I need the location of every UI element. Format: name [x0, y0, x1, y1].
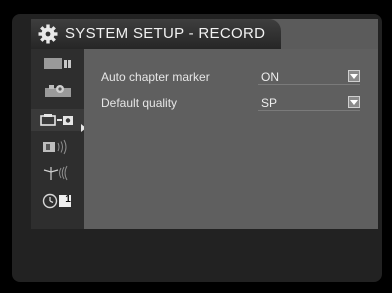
title-bar: SYSTEM SETUP - RECORD: [31, 19, 281, 49]
auto-chapter-marker-label: Auto chapter marker: [101, 70, 210, 84]
sidebar-item-playback[interactable]: [31, 80, 84, 102]
sidebar-item-tuner[interactable]: [31, 162, 84, 184]
default-quality-value: SP: [261, 96, 278, 110]
tv-display-icon: [43, 56, 73, 72]
auto-chapter-marker-value: ON: [261, 70, 279, 84]
tape-camera-icon: [43, 83, 73, 99]
dropdown-underline: [258, 110, 360, 111]
page-title: SYSTEM SETUP - RECORD: [65, 25, 266, 42]
sidebar-item-audio[interactable]: [31, 136, 84, 158]
chevron-down-icon[interactable]: [348, 96, 360, 108]
chevron-down-icon[interactable]: [348, 70, 360, 82]
sidebar-item-record[interactable]: [31, 109, 84, 131]
sidebar-item-display[interactable]: [31, 53, 84, 75]
timer-badge: 1: [65, 194, 71, 205]
sidebar-item-timer[interactable]: 1: [31, 190, 84, 212]
sidebar: 1: [31, 49, 84, 229]
dropdown-underline: [258, 84, 360, 85]
record-icon: [39, 112, 76, 128]
speaker-audio-icon: [41, 139, 75, 155]
gear-icon: [38, 24, 58, 44]
antenna-icon: [41, 164, 75, 182]
default-quality-label: Default quality: [101, 96, 178, 110]
